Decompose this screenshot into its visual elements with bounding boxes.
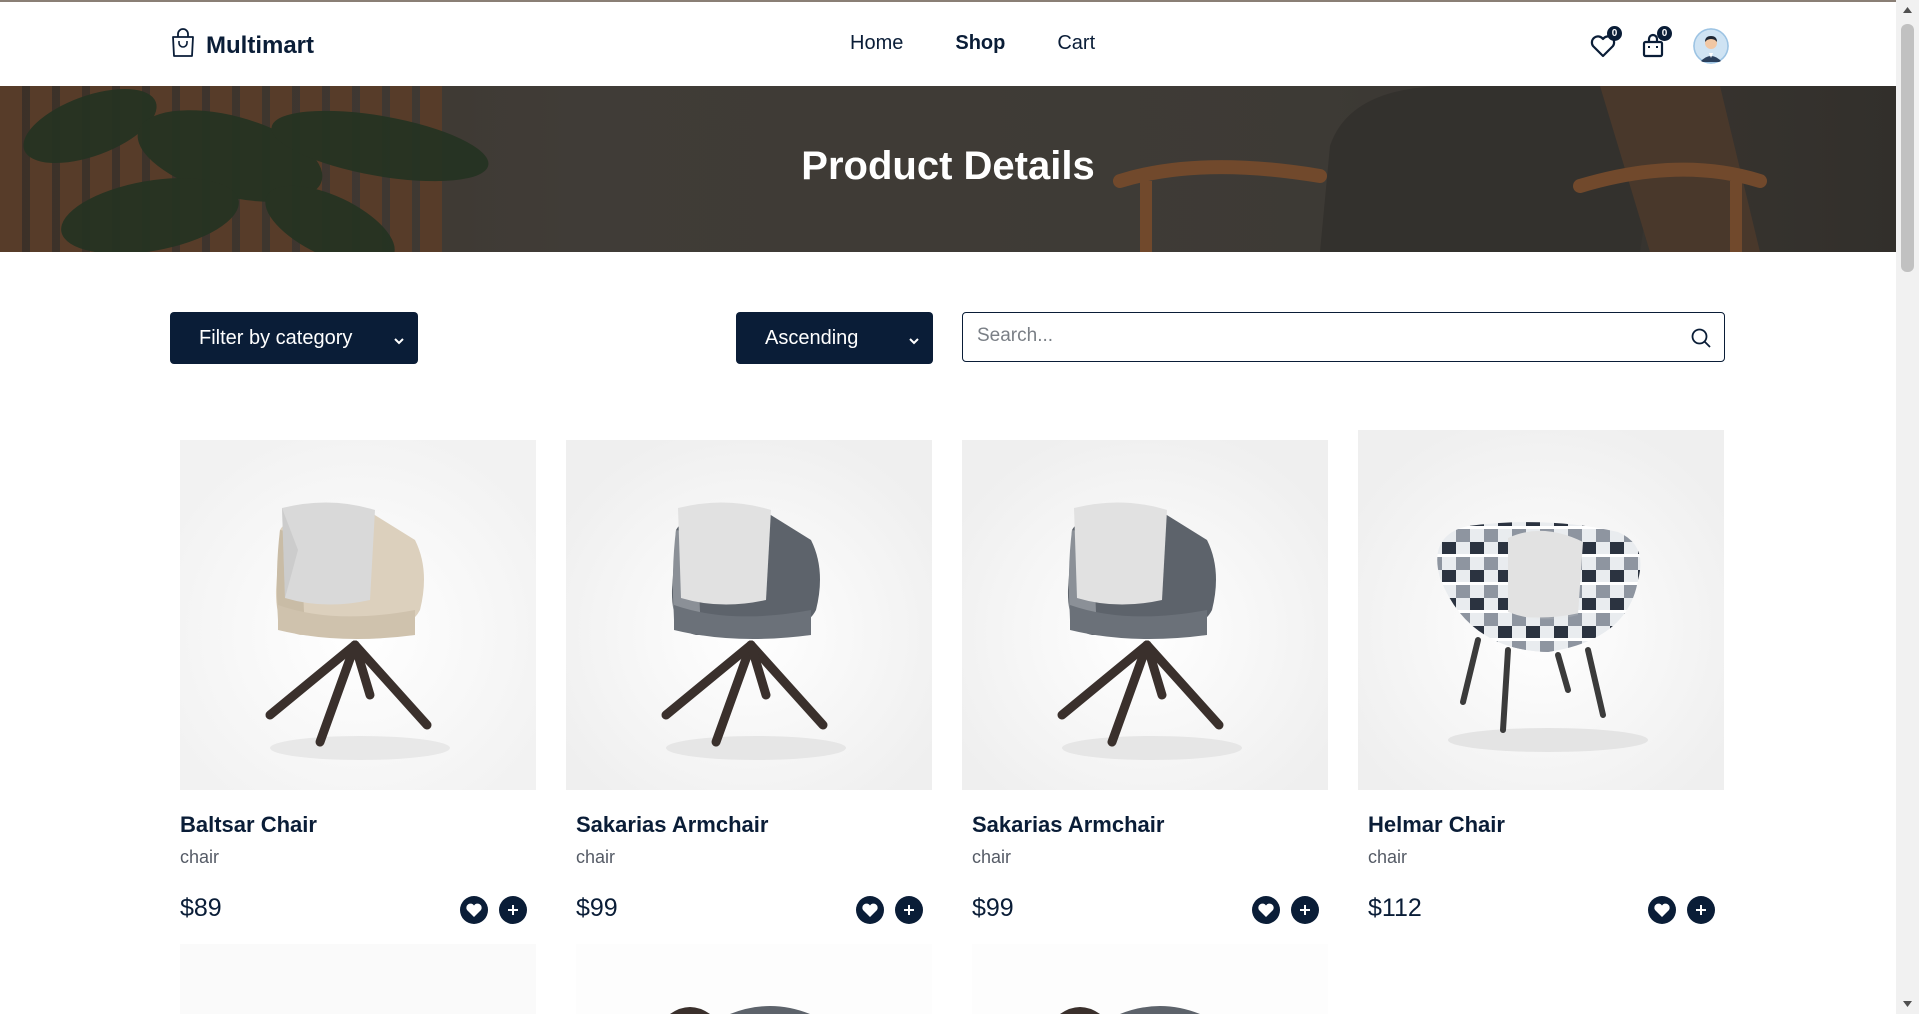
search-icon[interactable]: [1690, 327, 1712, 354]
heart-icon: [466, 903, 482, 917]
product-image[interactable]: [962, 430, 1338, 790]
scroll-up-arrow-icon[interactable]: [1902, 6, 1913, 14]
heart-icon: [1654, 903, 1670, 917]
product-name[interactable]: Sakarias Armchair: [972, 812, 1164, 838]
scroll-down-arrow-icon[interactable]: [1902, 1000, 1913, 1008]
nav-shop-link[interactable]: Shop: [955, 32, 1005, 55]
add-to-wishlist-button[interactable]: [856, 896, 884, 924]
product-image[interactable]: [566, 430, 942, 790]
brand-name: Multimart: [206, 31, 314, 59]
cart-button[interactable]: 0: [1638, 26, 1672, 61]
user-avatar[interactable]: [1693, 28, 1729, 64]
site-header: Multimart Home Shop Cart 0 0: [0, 2, 1896, 86]
page-title: Product Details: [801, 144, 1095, 188]
add-to-cart-button[interactable]: [1687, 896, 1715, 924]
scrollbar-thumb[interactable]: [1901, 24, 1914, 272]
add-to-cart-button[interactable]: [1291, 896, 1319, 924]
category-filter-label: Filter by category: [199, 326, 353, 349]
heart-icon: [1588, 35, 1618, 65]
product-category: chair: [180, 847, 220, 867]
product-name[interactable]: Helmar Chair: [1368, 812, 1505, 838]
product-category: chair: [576, 847, 616, 867]
wishlist-count-badge: 0: [1607, 26, 1622, 41]
plus-icon: [1696, 905, 1706, 915]
heart-icon: [862, 903, 878, 917]
product-price: $99: [972, 894, 1014, 922]
page-hero-banner: Product Details: [0, 86, 1896, 252]
search-input[interactable]: [977, 313, 1657, 359]
search-bar: [962, 312, 1725, 362]
nav-cart-link[interactable]: Cart: [1057, 32, 1095, 55]
add-to-cart-button[interactable]: [499, 896, 527, 924]
main-nav: Home Shop Cart: [850, 32, 1095, 55]
bag-icon: [1638, 33, 1668, 65]
product-price: $89: [180, 894, 222, 922]
heart-icon: [1258, 903, 1274, 917]
product-category: chair: [1368, 847, 1408, 867]
nav-home-link[interactable]: Home: [850, 32, 903, 55]
brand-logo[interactable]: Multimart: [170, 28, 314, 63]
plus-icon: [1300, 905, 1310, 915]
product-price: $99: [576, 894, 618, 922]
product-name[interactable]: Baltsar Chair: [180, 812, 317, 838]
add-to-wishlist-button[interactable]: [1252, 896, 1280, 924]
category-filter-select[interactable]: Filter by category: [170, 312, 418, 364]
plus-icon: [904, 905, 914, 915]
add-to-wishlist-button[interactable]: [460, 896, 488, 924]
header-icons: 0 0: [1588, 26, 1729, 64]
add-to-cart-button[interactable]: [895, 896, 923, 924]
wishlist-button[interactable]: 0: [1588, 26, 1622, 61]
sort-order-select[interactable]: Ascending: [736, 312, 933, 364]
add-to-wishlist-button[interactable]: [1648, 896, 1676, 924]
product-price: $112: [1368, 894, 1422, 922]
product-category: chair: [972, 847, 1012, 867]
plus-icon: [508, 905, 518, 915]
product-image[interactable]: [170, 430, 546, 790]
shopping-bag-icon: [170, 28, 196, 63]
product-name[interactable]: Sakarias Armchair: [576, 812, 768, 838]
next-row-product-images: [180, 944, 1328, 1014]
chevron-down-icon: [392, 331, 406, 354]
product-image[interactable]: [1358, 430, 1734, 790]
chevron-down-icon: [907, 331, 921, 354]
cart-count-badge: 0: [1657, 26, 1672, 41]
sort-order-label: Ascending: [765, 326, 859, 349]
